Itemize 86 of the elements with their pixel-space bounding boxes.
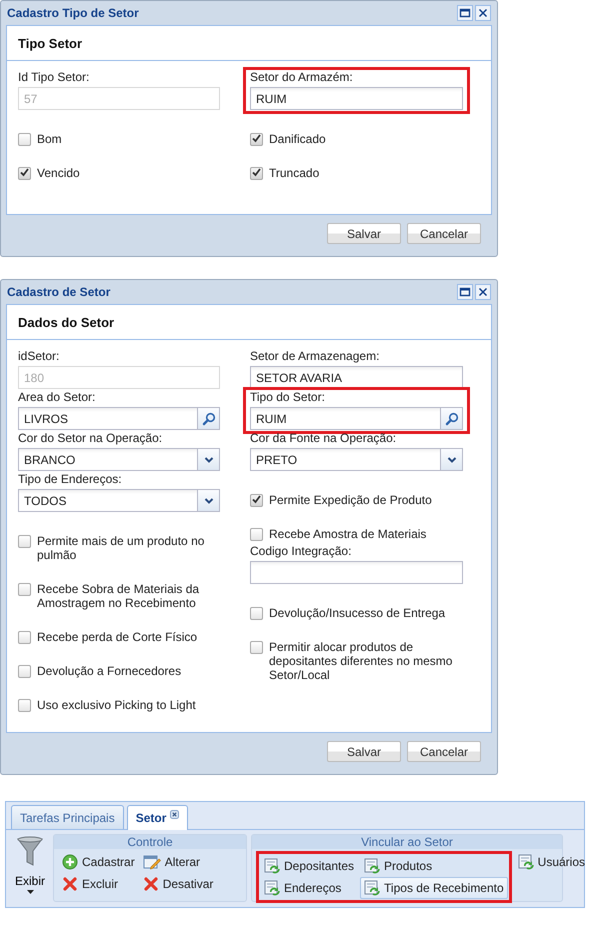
input-field[interactable] — [250, 561, 463, 584]
tab-label: Tarefas Principais — [20, 810, 115, 824]
checkbox[interactable] — [18, 699, 31, 712]
toolbar-button[interactable]: Usuários — [514, 851, 590, 873]
checkbox-label: Permite mais de um produto no pulmão — [37, 534, 206, 562]
checkbox-label: Devolução a Fornecedores — [37, 664, 182, 678]
toolbar-button[interactable]: Desativar — [138, 873, 218, 895]
checkbox-label: Uso exclusivo Picking to Light — [37, 698, 197, 712]
checkbox-label: Permitir alocar produtos de depositantes diferentes no mesmo Setor/Local — [269, 640, 454, 682]
funnel-icon — [16, 836, 44, 868]
document-refresh-icon — [264, 880, 280, 896]
checkbox-label: Danificado — [269, 132, 327, 146]
checkbox[interactable] — [18, 535, 31, 548]
toolbar-button[interactable]: Alterar — [138, 851, 218, 873]
toolbar-button[interactable]: Tipos de Recebimento — [360, 877, 508, 899]
checkbox[interactable] — [250, 133, 263, 146]
checkbox[interactable] — [18, 583, 31, 596]
dialog-button[interactable]: Salvar — [327, 223, 401, 244]
section-title: Dados do Setor — [18, 314, 114, 330]
field-label: idSetor: — [18, 348, 60, 364]
dialog-button[interactable]: Cancelar — [407, 223, 481, 244]
toolbar-button[interactable]: Produtos — [360, 855, 508, 877]
search-icon[interactable] — [197, 408, 219, 429]
toolbar-button[interactable]: Cadastrar — [58, 851, 139, 873]
tab[interactable]: Tarefas Principais — [11, 805, 124, 829]
add-icon — [62, 854, 78, 870]
checkbox-label: Permite Expedição de Produto — [269, 493, 433, 507]
input-field[interactable]: RUIM — [250, 407, 463, 430]
group-title: Vincular ao Setor — [252, 835, 562, 849]
checkbox[interactable] — [250, 607, 263, 620]
input-field[interactable]: SETOR AVARIA — [250, 366, 463, 389]
checkbox[interactable] — [18, 665, 31, 678]
checkbox[interactable] — [18, 133, 31, 146]
window-title: Cadastro Tipo de Setor — [7, 6, 140, 20]
tab-label: Setor — [136, 811, 166, 825]
input-field[interactable]: PRETO — [250, 448, 463, 471]
dialog-button[interactable]: Cancelar — [407, 741, 481, 762]
checkbox-label: Recebe perda de Corte Físico — [37, 630, 198, 644]
input-field[interactable]: LIVROS — [18, 407, 220, 430]
window-title: Cadastro de Setor — [7, 285, 112, 299]
field-label: Codigo Integração: — [250, 543, 352, 559]
tab[interactable]: Setor — [126, 805, 188, 830]
checkbox-label: Bom — [37, 132, 63, 146]
field-label: Area do Setor: — [18, 389, 96, 405]
caret-icon — [26, 890, 34, 894]
dialog-button[interactable]: Salvar — [327, 741, 401, 762]
checkbox-label: Recebe Amostra de Materiais — [269, 527, 428, 541]
field-label: Tipo do Setor: — [250, 389, 326, 405]
checkbox[interactable] — [18, 167, 31, 180]
group-title: Controle — [54, 835, 246, 849]
document-refresh-icon — [364, 858, 380, 874]
field-label: Id Tipo Setor: — [18, 69, 90, 85]
checkbox-label: Devolução/Insucesso de Entrega — [269, 606, 446, 620]
field-label: Tipo de Endereços: — [18, 471, 123, 487]
checkbox[interactable] — [250, 528, 263, 541]
close-icon[interactable] — [475, 284, 491, 300]
checkbox[interactable] — [250, 494, 263, 507]
checkbox[interactable] — [18, 631, 31, 644]
toolbar-button[interactable]: Depositantes — [260, 855, 358, 877]
maximize-icon[interactable] — [457, 284, 473, 300]
field-label: Cor da Fonte na Operação: — [250, 430, 398, 446]
document-refresh-icon — [264, 858, 280, 874]
maximize-icon[interactable] — [457, 5, 473, 21]
checkbox[interactable] — [250, 641, 263, 654]
input-field[interactable]: BRANCO — [18, 448, 220, 471]
field-label: Cor do Setor na Operação: — [18, 430, 164, 446]
document-refresh-icon — [364, 880, 380, 896]
toolbar-button[interactable]: Excluir — [58, 873, 139, 895]
field-label: Setor de Armazenagem: — [250, 348, 380, 364]
search-icon[interactable] — [440, 408, 462, 429]
input-field[interactable]: TODOS — [18, 489, 220, 512]
delete-icon — [62, 876, 78, 892]
close-icon[interactable] — [475, 5, 491, 21]
toolbar-button[interactable]: Endereços — [260, 877, 358, 899]
field-label: Setor do Armazém: — [250, 69, 354, 85]
checkbox-label: Vencido — [37, 166, 81, 180]
view-button[interactable]: Exibir — [11, 834, 49, 896]
checkbox[interactable] — [250, 167, 263, 180]
input-field[interactable]: RUIM — [250, 87, 463, 110]
section-title: Tipo Setor — [18, 36, 82, 50]
checkbox-label: Truncado — [269, 166, 320, 180]
document-refresh-icon — [518, 854, 534, 870]
checkbox-label: Recebe Sobra de Materiais da Amostragem no Recebimento — [37, 582, 200, 610]
edit-icon — [142, 854, 161, 870]
delete-icon — [142, 876, 159, 892]
close-icon[interactable] — [170, 810, 180, 818]
